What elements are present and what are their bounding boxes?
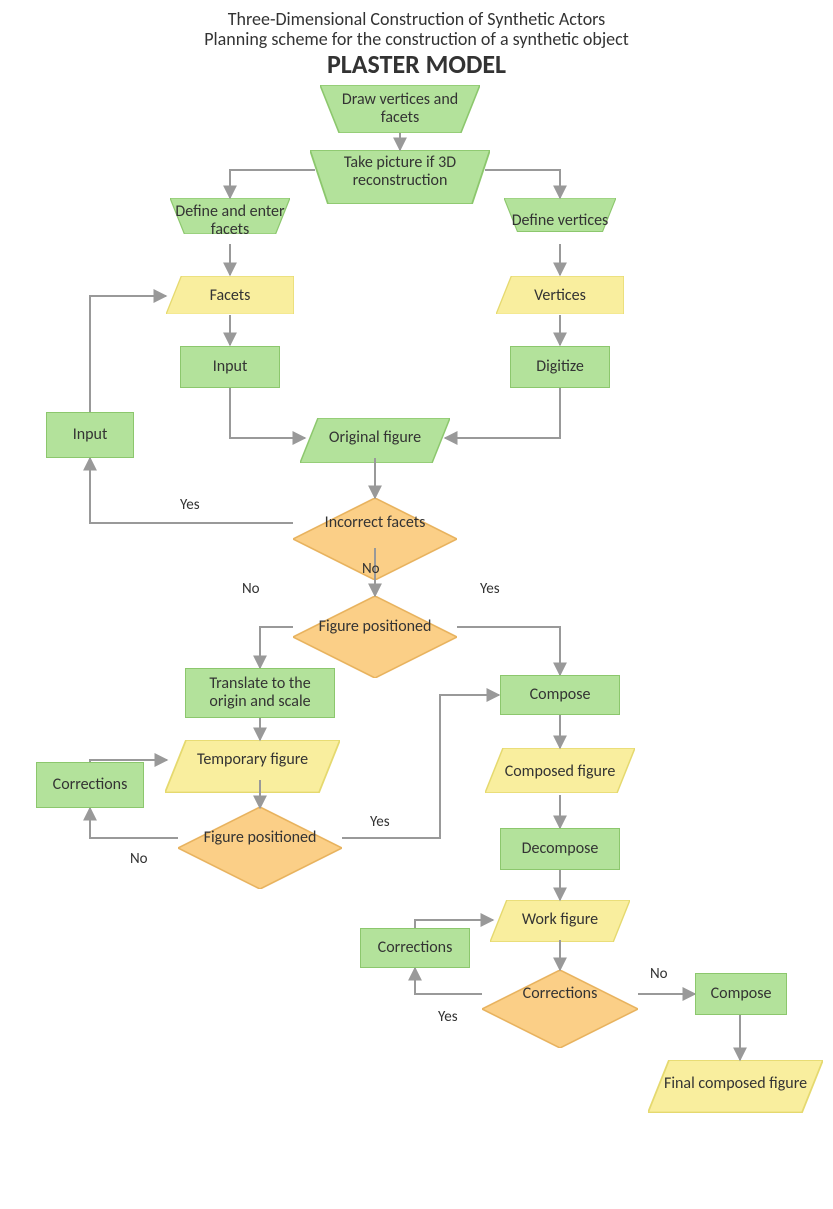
node-label: Temporary figure bbox=[197, 751, 308, 769]
node-label: Input bbox=[213, 358, 248, 376]
node-temp: Temporary figure bbox=[165, 740, 340, 780]
label-yes: Yes bbox=[370, 813, 390, 831]
node-label: Translate to the origin and scale bbox=[190, 675, 330, 712]
label-no: No bbox=[650, 965, 668, 983]
node-final: Final composed figure bbox=[648, 1060, 823, 1108]
node-label: Work figure bbox=[522, 911, 598, 929]
node-label: Final composed figure bbox=[664, 1075, 807, 1093]
node-label: Composed figure bbox=[505, 763, 616, 781]
node-take: Take picture if 3D reconstruction bbox=[310, 150, 490, 194]
label-no: No bbox=[362, 560, 380, 578]
node-compose2: Compose bbox=[695, 973, 787, 1015]
node-label: Facets bbox=[210, 287, 251, 305]
node-label: Corrections bbox=[53, 776, 128, 794]
node-label: Figure positioned bbox=[319, 618, 432, 636]
node-compose1: Compose bbox=[500, 675, 620, 715]
node-incfac: Incorrect facets bbox=[293, 498, 457, 548]
node-figpos2: Figure positioned bbox=[178, 807, 342, 869]
node-label: Draw vertices and facets bbox=[324, 91, 476, 128]
label-yes: Yes bbox=[180, 496, 200, 514]
label-yes: Yes bbox=[438, 1008, 458, 1026]
node-decomp: Decompose bbox=[500, 828, 620, 870]
node-defvert: Define vertices bbox=[504, 198, 616, 244]
node-translate: Translate to the origin and scale bbox=[185, 668, 335, 718]
node-corrdec: Corrections bbox=[482, 970, 638, 1018]
node-label: Input bbox=[73, 426, 108, 444]
node-work: Work figure bbox=[490, 900, 630, 940]
node-label: Compose bbox=[711, 985, 772, 1003]
node-corr1: Corrections bbox=[36, 762, 144, 808]
node-inputside: Input bbox=[46, 412, 134, 458]
node-label: Digitize bbox=[536, 358, 584, 376]
node-label: Incorrect facets bbox=[325, 514, 426, 532]
node-label: Take picture if 3D reconstruction bbox=[314, 154, 486, 191]
node-label: Compose bbox=[530, 686, 591, 704]
node-label: Original figure bbox=[329, 429, 421, 447]
node-figpos1: Figure positioned bbox=[293, 596, 457, 658]
node-label: Decompose bbox=[522, 840, 599, 858]
label-no: No bbox=[242, 580, 260, 598]
node-label: Corrections bbox=[378, 939, 453, 957]
node-label: Define vertices bbox=[512, 212, 609, 230]
node-digitize: Digitize bbox=[510, 346, 610, 388]
node-deffacets: Define and enter facets bbox=[170, 198, 290, 244]
node-label: Corrections bbox=[523, 985, 598, 1003]
node-label: Figure positioned bbox=[204, 829, 317, 847]
node-label: Define and enter facets bbox=[174, 203, 286, 240]
node-draw: Draw vertices and facets bbox=[320, 85, 480, 133]
node-compfig: Composed figure bbox=[485, 748, 635, 796]
label-yes: Yes bbox=[480, 580, 500, 598]
node-input1: Input bbox=[180, 346, 280, 388]
node-label: Vertices bbox=[534, 287, 586, 305]
label-no: No bbox=[130, 850, 148, 868]
node-facets: Facets bbox=[166, 276, 294, 316]
node-corr2: Corrections bbox=[360, 928, 470, 968]
node-orig: Original figure bbox=[300, 418, 450, 458]
node-vertices: Vertices bbox=[496, 276, 624, 316]
